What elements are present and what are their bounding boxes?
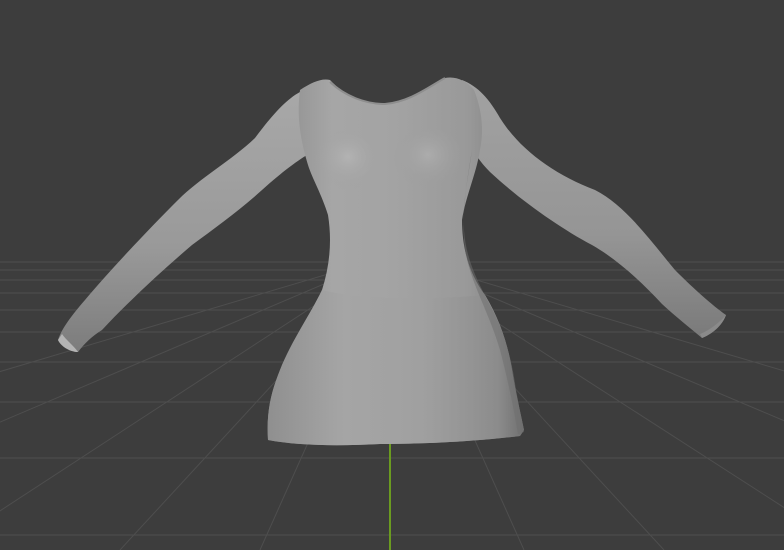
viewport-canvas[interactable] xyxy=(0,0,784,550)
chest-right-highlight xyxy=(394,128,462,188)
chest-left-highlight xyxy=(316,130,380,190)
3d-viewport[interactable] xyxy=(0,0,784,550)
dress-mesh[interactable] xyxy=(58,77,726,446)
dress-skirt xyxy=(267,290,524,446)
right-sleeve[interactable] xyxy=(462,80,726,338)
left-sleeve[interactable] xyxy=(58,92,312,352)
